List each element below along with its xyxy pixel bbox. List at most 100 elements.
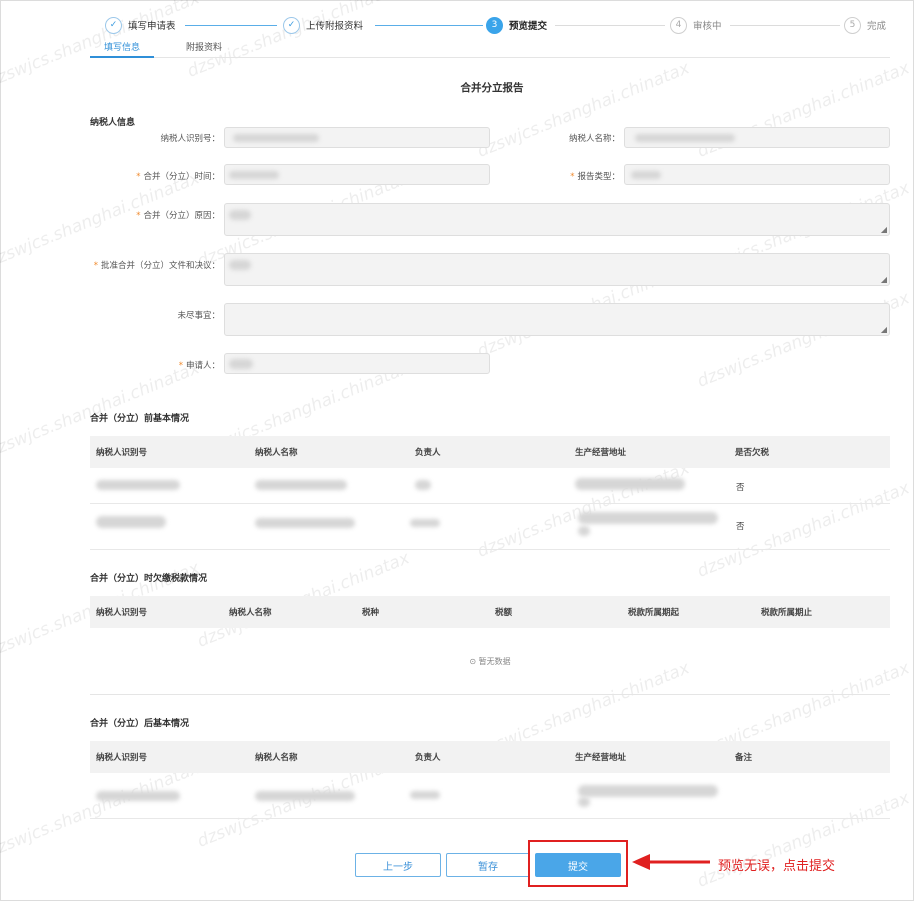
divider (90, 694, 890, 695)
step-label: 填写申请表 (128, 21, 176, 32)
resize-handle-icon[interactable]: ◢ (881, 276, 887, 284)
col-responsible-person: 负责人 (415, 448, 441, 458)
highlight-box (528, 840, 628, 887)
redacted-value (578, 785, 718, 797)
approval-doc-label-text: 批准合并（分立）文件和决议： (100, 261, 220, 271)
resize-handle-icon[interactable]: ◢ (881, 326, 887, 334)
step-number: 3 (486, 16, 503, 34)
step-label: 预览提交 (509, 21, 548, 32)
save-draft-button[interactable]: 暂存 (446, 853, 530, 877)
redacted-value (631, 171, 661, 179)
step-complete: 5 完成 (844, 15, 886, 35)
col-business-address: 生产经营地址 (575, 753, 627, 763)
tab-bar: 填写信息 附报资料 (90, 38, 890, 58)
section-before-info: 合并（分立）前基本情况 (90, 414, 190, 424)
col-remarks: 备注 (735, 753, 753, 763)
pending-items-label: 未尽事宜： (177, 311, 220, 321)
prev-step-button[interactable]: 上一步 (355, 853, 441, 877)
tax-arrears-value: 否 (736, 483, 745, 493)
section-arrears-info: 合并（分立）时欠缴税款情况 (90, 574, 208, 584)
reason-label: * 合并（分立）原因： (136, 211, 220, 221)
col-taxpayer-id: 纳税人识别号 (96, 448, 148, 458)
redacted-value (578, 512, 718, 524)
table-row: 否 (90, 468, 890, 504)
redacted-value (410, 519, 440, 527)
report-type-field[interactable] (624, 164, 890, 185)
redacted-value (415, 480, 431, 490)
tax-arrears-value: 否 (736, 522, 745, 532)
step-fill-form[interactable]: ✓ 填写申请表 (105, 15, 176, 35)
tab-fill-info[interactable]: 填写信息 (90, 40, 154, 58)
step-label: 审核中 (693, 21, 722, 32)
applicant-field[interactable] (224, 353, 490, 374)
merge-time-field[interactable] (224, 164, 490, 185)
redacted-value (255, 518, 355, 528)
progress-steps: ✓ 填写申请表 ✓ 上传附报资料 3 预览提交 4 审核中 5 完成 (90, 15, 890, 35)
step-preview-submit[interactable]: 3 预览提交 (486, 15, 547, 35)
redacted-value (233, 134, 319, 142)
approval-doc-label: * 批准合并（分立）文件和决议： (93, 261, 220, 271)
section-after-info: 合并（分立）后基本情况 (90, 719, 190, 729)
report-type-label: * 报告类型： (570, 172, 620, 182)
report-type-label-text: 报告类型： (577, 172, 620, 182)
redacted-value (575, 478, 685, 490)
applicant-label: * 申请人： (178, 361, 220, 371)
col-period-end: 税款所属期止 (761, 608, 813, 618)
redacted-value (229, 260, 251, 270)
redacted-value (578, 526, 590, 536)
after-table-header: 纳税人识别号 纳税人名称 负责人 生产经营地址 备注 (90, 741, 890, 773)
step-connector (185, 25, 277, 26)
col-tax-arrears: 是否欠税 (735, 448, 770, 458)
taxpayer-id-field[interactable] (224, 127, 490, 148)
report-title: 合并分立报告 (460, 82, 524, 94)
redacted-value (96, 516, 166, 528)
col-period-start: 税款所属期起 (628, 608, 680, 618)
pending-items-textarea[interactable]: ◢ (224, 303, 890, 336)
table-row (90, 773, 890, 819)
taxpayer-id-label: 纳税人识别号： (160, 134, 220, 144)
step-number: 5 (844, 16, 861, 34)
col-tax-amount: 税额 (495, 608, 513, 618)
redacted-value (229, 210, 251, 220)
col-taxpayer-name: 纳税人名称 (255, 448, 298, 458)
merge-time-label-text: 合并（分立）时间： (143, 172, 220, 182)
empty-text: 暂无数据 (478, 657, 511, 666)
redacted-value (255, 480, 347, 490)
col-taxpayer-name: 纳税人名称 (229, 608, 272, 618)
reason-textarea[interactable]: ◢ (224, 203, 890, 236)
section-taxpayer-info: 纳税人信息 (90, 118, 136, 128)
step-label: 完成 (867, 21, 887, 32)
before-table-header: 纳税人识别号 纳税人名称 负责人 生产经营地址 是否欠税 (90, 436, 890, 468)
col-taxpayer-id: 纳税人识别号 (96, 608, 148, 618)
resize-handle-icon[interactable]: ◢ (881, 226, 887, 234)
arrow-left-icon (632, 854, 710, 870)
merge-time-label: * 合并（分立）时间： (136, 172, 220, 182)
redacted-value (96, 480, 180, 490)
table-row: 否 (90, 504, 890, 550)
step-connector (730, 25, 840, 26)
step-upload-docs[interactable]: ✓ 上传附报资料 (283, 15, 363, 35)
redacted-value (96, 791, 180, 801)
redacted-value (229, 171, 279, 179)
step-under-review: 4 审核中 (670, 15, 722, 35)
redacted-value (255, 791, 355, 801)
empty-icon: ⊙ (469, 657, 477, 666)
tab-attachments[interactable]: 附报资料 (186, 40, 222, 58)
step-connector (375, 25, 483, 26)
redacted-value (410, 791, 440, 799)
redacted-value (229, 359, 253, 369)
col-responsible-person: 负责人 (415, 753, 441, 763)
col-taxpayer-id: 纳税人识别号 (96, 753, 148, 763)
col-tax-type: 税种 (362, 608, 380, 618)
reason-label-text: 合并（分立）原因： (143, 211, 220, 221)
step-label: 上传附报资料 (306, 21, 364, 32)
check-icon: ✓ (105, 16, 122, 34)
col-business-address: 生产经营地址 (575, 448, 627, 458)
taxpayer-name-label: 纳税人名称： (568, 134, 620, 144)
redacted-value (635, 134, 735, 142)
approval-doc-textarea[interactable]: ◢ (224, 253, 890, 286)
taxpayer-name-field[interactable] (624, 127, 890, 148)
step-connector (555, 25, 665, 26)
redacted-value (578, 797, 590, 807)
step-number: 4 (670, 16, 687, 34)
